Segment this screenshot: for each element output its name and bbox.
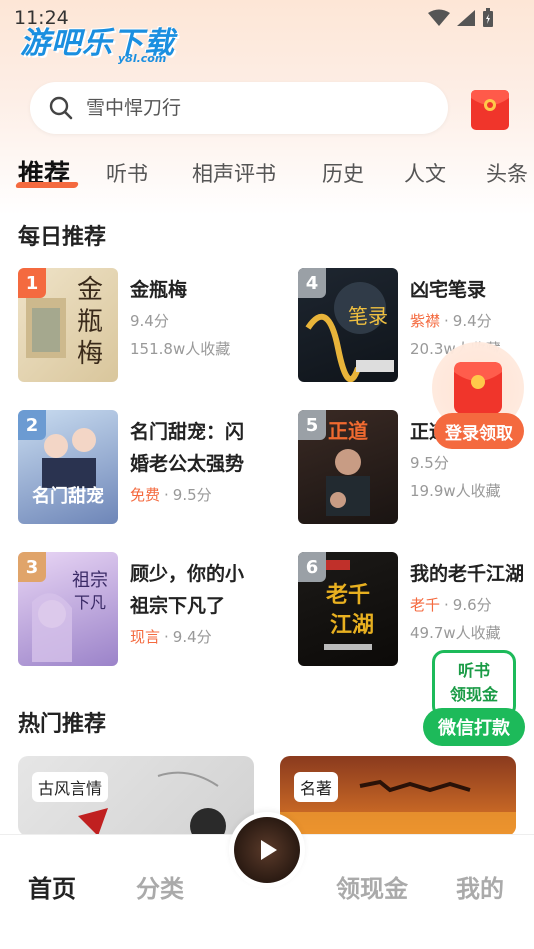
book-score: 9.4分 [452, 312, 492, 330]
book-favorites: 19.9w人收藏 [410, 482, 501, 500]
search-input[interactable] [86, 97, 406, 119]
rank-badge: 5 [298, 410, 326, 440]
svg-text:梅: 梅 [77, 339, 103, 369]
tab-crosstalk[interactable]: 相声评书 [192, 158, 276, 188]
active-tab-indicator [14, 182, 80, 188]
book-score: 9.5分 [172, 486, 212, 504]
tab-history[interactable]: 历史 [322, 158, 364, 188]
red-envelope-icon [454, 362, 502, 414]
book-meta: 9.4分 [130, 310, 169, 331]
wechat-payout-button[interactable]: 微信打款 [423, 708, 525, 746]
tab-headlines[interactable]: 头条 [486, 158, 528, 188]
book-item[interactable]: 祖宗 下凡 3 顾少，你的小祖宗下凡了 现言 · 9.4分 [18, 552, 254, 668]
book-item[interactable]: 名门甜宠 2 名门甜宠：闪婚老公太强势 免费 · 9.5分 [18, 410, 254, 526]
svg-text:瓶: 瓶 [77, 307, 103, 337]
book-score: 9.4分 [130, 312, 169, 330]
hot-card-tag: 名著 [294, 772, 339, 802]
book-tag: 老千 [410, 596, 441, 614]
rank-badge: 3 [18, 552, 46, 582]
rank-badge: 6 [298, 552, 326, 582]
svg-text:下凡: 下凡 [74, 593, 106, 612]
book-cover: 金 瓶 梅 1 [18, 268, 118, 382]
login-claim-button[interactable]: 登录领取 [434, 413, 524, 449]
nav-category[interactable]: 分类 [136, 869, 184, 904]
svg-text:老千: 老千 [325, 582, 370, 608]
rank-badge: 4 [298, 268, 326, 298]
wifi-icon [428, 9, 450, 26]
nav-claim-cash[interactable]: 领现金 [336, 869, 408, 904]
daily-section-title: 每日推荐 [18, 225, 107, 250]
hot-section-title: 热门推荐 [18, 712, 107, 737]
book-title: 顾少，你的小祖宗下凡了 [130, 563, 245, 617]
listen-label: 听书 [457, 661, 490, 680]
status-icons [428, 8, 494, 28]
rank-badge: 1 [18, 268, 46, 298]
book-title: 金瓶梅 [130, 279, 188, 301]
book-tag: 免费 [130, 486, 161, 504]
play-icon [261, 840, 277, 860]
svg-text:祖宗: 祖宗 [72, 570, 108, 591]
book-tag: 现言 [130, 628, 161, 646]
svg-text:江湖: 江湖 [330, 612, 374, 638]
book-title: 名门甜宠：闪婚老公太强势 [130, 421, 245, 475]
search-icon [49, 96, 73, 120]
signal-icon [457, 10, 475, 26]
book-cover: 正道 5 [298, 410, 398, 524]
svg-text:名门甜宠: 名门甜宠 [32, 485, 104, 507]
nav-mine[interactable]: 我的 [456, 869, 504, 904]
rank-badge: 2 [18, 410, 46, 440]
tab-humanities[interactable]: 人文 [404, 158, 446, 188]
battery-icon [483, 8, 493, 27]
svg-text:正道: 正道 [328, 419, 368, 443]
hot-card-tag: 古风言情 [32, 772, 109, 802]
hot-card[interactable]: 名著 [280, 756, 516, 836]
search-bar[interactable] [30, 82, 448, 134]
book-item[interactable]: 金 瓶 梅 1 金瓶梅 9.4分 151.8w人收藏 [18, 268, 254, 384]
now-playing-button[interactable] [229, 812, 305, 888]
hot-card[interactable]: 古风言情 [18, 756, 254, 836]
app-logo: 游吧乐下载 y8l.com [20, 18, 175, 65]
book-meta: 9.5分 [410, 452, 449, 473]
cash-label: 领现金 [449, 685, 498, 704]
book-score: 9.4分 [172, 628, 212, 646]
now-playing-disc [234, 817, 300, 883]
book-title: 凶宅笔录 [410, 279, 487, 301]
book-meta: 现言 · 9.4分 [130, 628, 212, 646]
book-meta: 免费 · 9.5分 [130, 486, 212, 504]
nav-home[interactable]: 首页 [28, 869, 76, 904]
book-tag: 紫襟 [410, 312, 441, 330]
logo-subtext: y8l.com [118, 52, 167, 65]
tab-audiobook[interactable]: 听书 [106, 158, 148, 188]
book-title: 我的老千江湖 [410, 563, 525, 585]
red-envelope-icon[interactable] [469, 86, 511, 132]
book-score: 9.6分 [452, 596, 492, 614]
svg-text:金: 金 [77, 275, 103, 305]
book-cover: 名门甜宠 2 [18, 410, 118, 524]
category-tabs: 推荐 听书 相声评书 历史 人文 头条 [0, 152, 534, 198]
book-cover: 祖宗 下凡 3 [18, 552, 118, 666]
svg-text:笔录: 笔录 [348, 304, 388, 328]
book-meta: 紫襟 · 9.4分 [410, 312, 492, 330]
book-score: 9.5分 [410, 454, 449, 472]
book-meta: 老千 · 9.6分 [410, 596, 492, 614]
book-favorites: 49.7w人收藏 [410, 624, 501, 642]
book-cover: 笔录 4 [298, 268, 398, 382]
book-favorites: 151.8w人收藏 [130, 340, 231, 358]
book-cover: 老千 江湖 6 [298, 552, 398, 666]
